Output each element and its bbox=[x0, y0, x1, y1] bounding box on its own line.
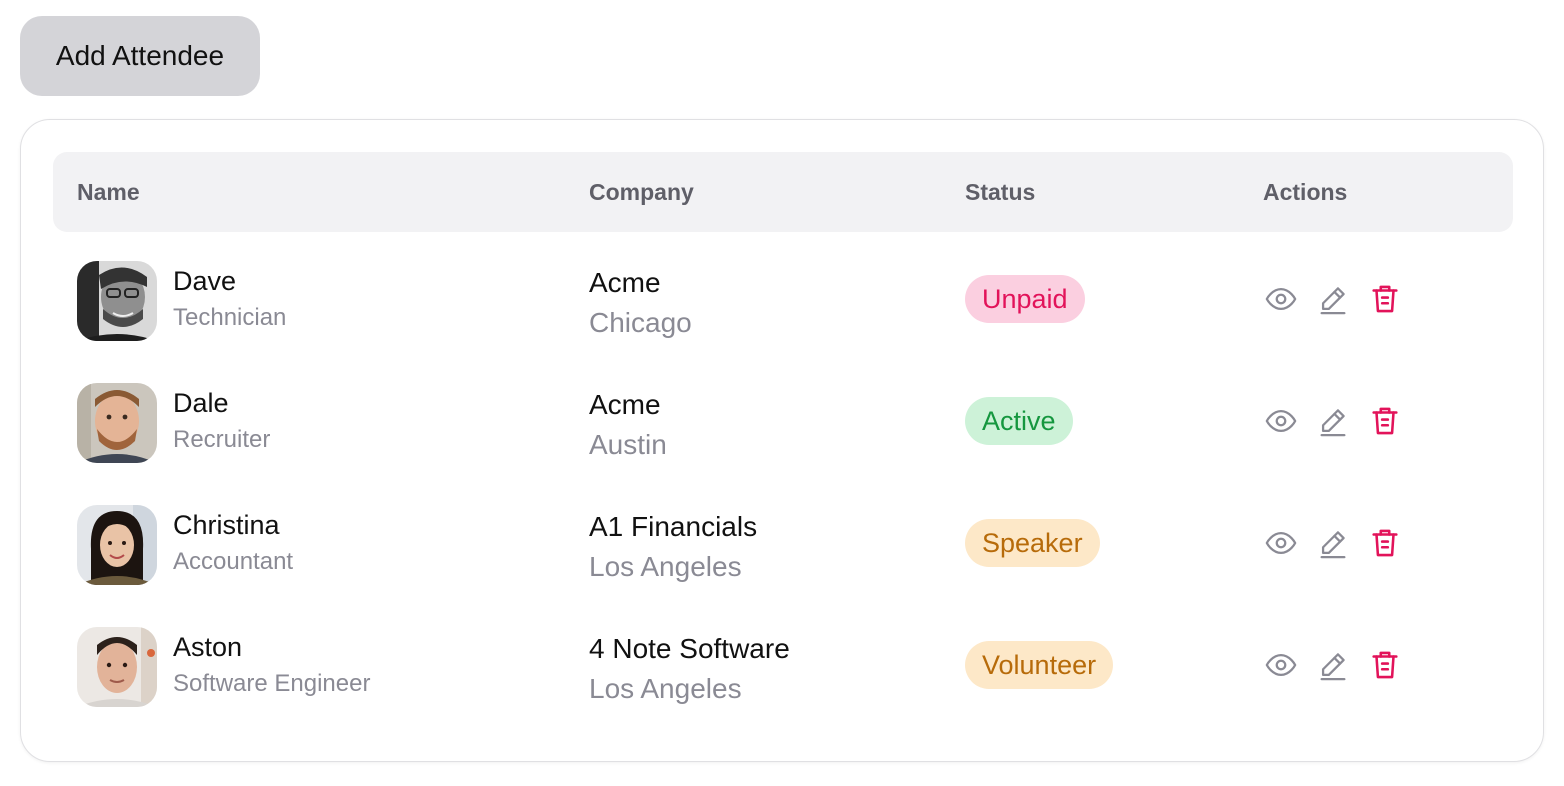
table-row: Christina Accountant A1 Financials Los A… bbox=[53, 480, 1513, 602]
edit-button[interactable] bbox=[1315, 647, 1351, 683]
trash-icon bbox=[1372, 407, 1398, 435]
eye-icon bbox=[1265, 409, 1297, 433]
trash-icon bbox=[1372, 285, 1398, 313]
eye-icon bbox=[1265, 287, 1297, 311]
edit-button[interactable] bbox=[1315, 403, 1351, 439]
header-name: Name bbox=[77, 179, 140, 205]
attendee-role: Accountant bbox=[173, 548, 294, 575]
attendee-city: Chicago bbox=[589, 307, 692, 338]
status-badge: Unpaid bbox=[965, 275, 1085, 323]
delete-button[interactable] bbox=[1367, 647, 1403, 683]
view-button[interactable] bbox=[1263, 647, 1299, 683]
view-button[interactable] bbox=[1263, 525, 1299, 561]
row-actions bbox=[1263, 647, 1419, 683]
row-actions bbox=[1263, 525, 1419, 561]
attendee-company: A1 Financials bbox=[589, 511, 758, 542]
delete-button[interactable] bbox=[1367, 403, 1403, 439]
trash-icon bbox=[1372, 651, 1398, 679]
pencil-icon bbox=[1320, 653, 1346, 681]
header-status: Status bbox=[965, 179, 1036, 205]
add-attendee-button[interactable]: Add Attendee bbox=[20, 16, 260, 96]
attendee-city: Los Angeles bbox=[589, 673, 742, 704]
header-company: Company bbox=[589, 179, 694, 205]
table-header: Name Company Status Actions bbox=[53, 152, 1513, 232]
delete-button[interactable] bbox=[1367, 525, 1403, 561]
table-row: Aston Software Engineer 4 Note Software … bbox=[53, 602, 1513, 724]
status-badge: Volunteer bbox=[965, 641, 1114, 689]
view-button[interactable] bbox=[1263, 403, 1299, 439]
attendee-company: Acme bbox=[589, 389, 661, 420]
attendee-city: Los Angeles bbox=[589, 551, 742, 582]
attendee-role: Technician bbox=[173, 304, 287, 331]
edit-button[interactable] bbox=[1315, 525, 1351, 561]
attendee-company: 4 Note Software bbox=[589, 633, 790, 664]
view-button[interactable] bbox=[1263, 281, 1299, 317]
attendee-role: Software Engineer bbox=[173, 670, 371, 697]
table-row: Dave Technician Acme Chicago Unpaid bbox=[53, 236, 1513, 358]
edit-button[interactable] bbox=[1315, 281, 1351, 317]
attendee-city: Austin bbox=[589, 429, 667, 460]
pencil-icon bbox=[1320, 531, 1346, 559]
row-actions bbox=[1263, 403, 1419, 439]
attendee-company: Acme bbox=[589, 267, 661, 298]
attendee-role: Recruiter bbox=[173, 426, 271, 453]
avatar bbox=[77, 627, 157, 707]
status-badge: Speaker bbox=[965, 519, 1100, 567]
attendee-name: Dale bbox=[173, 388, 229, 418]
attendee-name: Aston bbox=[173, 632, 243, 662]
table-row: Dale Recruiter Acme Austin Active bbox=[53, 358, 1513, 480]
avatar bbox=[77, 505, 157, 585]
status-badge: Active bbox=[965, 397, 1073, 445]
attendees-table-card: Name Company Status Actions Dave Technic… bbox=[20, 119, 1544, 762]
trash-icon bbox=[1372, 529, 1398, 557]
attendee-name: Christina bbox=[173, 510, 280, 540]
pencil-icon bbox=[1320, 409, 1346, 437]
pencil-icon bbox=[1320, 287, 1346, 315]
avatar bbox=[77, 261, 157, 341]
avatar bbox=[77, 383, 157, 463]
eye-icon bbox=[1265, 531, 1297, 555]
row-actions bbox=[1263, 281, 1419, 317]
header-actions: Actions bbox=[1263, 179, 1348, 205]
attendee-name: Dave bbox=[173, 266, 237, 296]
delete-button[interactable] bbox=[1367, 281, 1403, 317]
eye-icon bbox=[1265, 653, 1297, 677]
